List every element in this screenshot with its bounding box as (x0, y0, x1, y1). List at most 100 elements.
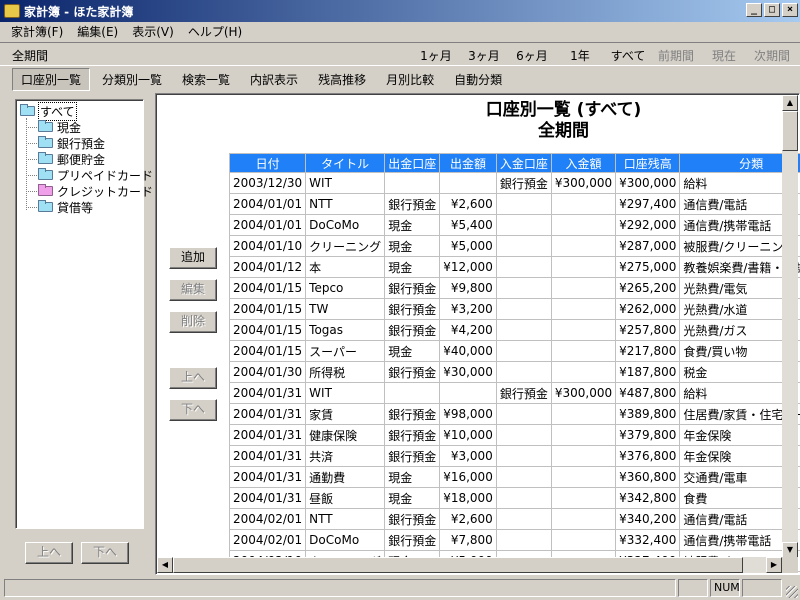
vertical-scrollbar[interactable]: ▲ ▼ (782, 95, 798, 558)
period-button[interactable]: 1ヶ月 (412, 47, 460, 64)
tree-connector (28, 175, 37, 176)
resize-grip-icon[interactable] (786, 586, 798, 598)
table-row[interactable]: 2004/01/30 所得税 銀行預金 ¥30,000 ¥187,800 税金 (228, 361, 800, 383)
column-header[interactable]: 入金口座 (495, 153, 552, 173)
scroll-thumb[interactable] (173, 557, 743, 573)
table-row[interactable]: 2004/01/01 DoCoMo 現金 ¥5,400 ¥292,000 通信費/携帯電話 (228, 214, 800, 236)
tree-item[interactable]: 現金 (18, 119, 143, 135)
table-cell: ¥342,800 (615, 487, 681, 509)
menu-edit[interactable]: 編集(E) (70, 23, 125, 40)
table-cell: ¥300,000 (615, 172, 681, 194)
period-button[interactable]: 前期間 (652, 47, 700, 64)
tree-item-all[interactable]: すべて (18, 101, 143, 121)
scroll-thumb[interactable] (782, 111, 798, 151)
scroll-right-arrow-icon[interactable]: ▶ (766, 557, 782, 573)
table-cell (495, 319, 552, 341)
table-row[interactable]: 2004/01/15 Tepco 銀行預金 ¥9,800 ¥265,200 光熱費/電気 (228, 277, 800, 299)
table-cell: DoCoMo (305, 214, 386, 236)
add-button[interactable]: 追加 (169, 247, 217, 269)
move-down-button[interactable]: 下へ (169, 399, 217, 421)
table-cell (495, 235, 552, 257)
table-cell: 2004/01/30 (228, 361, 307, 383)
tab-item[interactable]: 分類別一覧 (94, 69, 170, 90)
table-cell (495, 256, 552, 278)
tree-item[interactable]: 銀行預金 (18, 135, 143, 151)
tab-item[interactable]: 残高推移 (310, 69, 374, 90)
tab-item[interactable]: 検索一覧 (174, 69, 238, 90)
column-header[interactable]: 口座残高 (615, 153, 681, 173)
account-tree[interactable]: すべて 現金 銀行預金 郵便貯金 プリペイドカード クレジットカード 貸借等 (15, 99, 153, 529)
table-row[interactable]: 2004/01/31 家賃 銀行預金 ¥98,000 ¥389,800 住居費/家賃・住宅… (228, 403, 800, 425)
title-line-2: 全期間 (538, 121, 589, 141)
period-button[interactable]: すべて (604, 47, 652, 64)
tab-item[interactable]: 月別比較 (378, 69, 442, 90)
table-cell: NTT (305, 508, 386, 530)
table-cell (550, 256, 617, 278)
maximize-button[interactable]: □ (764, 3, 780, 17)
status-message (4, 579, 676, 597)
table-cell: 銀行預金 (384, 277, 441, 299)
table-cell (550, 487, 617, 509)
close-button[interactable]: × (782, 3, 798, 17)
column-header[interactable]: 出金口座 (384, 153, 441, 173)
table-cell (495, 403, 552, 425)
table-row[interactable]: 2004/01/15 TW 銀行預金 ¥3,200 ¥262,000 光熱費/水道 (228, 298, 800, 320)
app-icon (4, 4, 20, 18)
tree-up-button[interactable]: 上へ (25, 542, 73, 564)
folder-icon (38, 136, 53, 148)
minimize-button[interactable]: _ (746, 3, 762, 17)
period-button[interactable]: 6ヶ月 (508, 47, 556, 64)
move-up-button[interactable]: 上へ (169, 367, 217, 389)
table-cell: 本 (305, 256, 386, 278)
tab-item[interactable]: 内訳表示 (242, 69, 306, 90)
table-row[interactable]: 2004/01/31 WIT 銀行預金 ¥300,000 ¥487,800 給料 (228, 382, 800, 404)
tree-down-button[interactable]: 下へ (81, 542, 129, 564)
table-row[interactable]: 2004/01/31 通勤費 現金 ¥16,000 ¥360,800 交通費/電車 (228, 466, 800, 488)
table-cell: ¥16,000 (439, 466, 497, 488)
table-row[interactable]: 2004/01/01 NTT 銀行預金 ¥2,600 ¥297,400 通信費/電話 (228, 193, 800, 215)
column-header[interactable]: 日付 (228, 153, 307, 173)
table-row[interactable]: 2004/02/01 NTT 銀行預金 ¥2,600 ¥340,200 通信費/電話 (228, 508, 800, 530)
table-row[interactable]: 2004/01/31 健康保険 銀行預金 ¥10,000 ¥379,800 年金保険 (228, 424, 800, 446)
table-cell: ¥262,000 (615, 298, 681, 320)
table-cell: 現金 (384, 256, 441, 278)
menu-help[interactable]: ヘルプ(H) (181, 23, 249, 40)
table-cell: 健康保険 (305, 424, 386, 446)
table-row[interactable]: 2004/01/15 Togas 銀行預金 ¥4,200 ¥257,800 光熱費/ガス (228, 319, 800, 341)
tree-item[interactable]: 郵便貯金 (18, 151, 143, 167)
tab-item[interactable]: 口座別一覧 (12, 67, 91, 91)
horizontal-scrollbar[interactable]: ◀ ▶ (157, 557, 782, 573)
menu-view[interactable]: 表示(V) (125, 23, 181, 40)
column-header[interactable]: 出金額 (439, 153, 497, 173)
table-row[interactable]: 2004/01/10 クリーニング 現金 ¥5,000 ¥287,000 被服費/クリーニ… (228, 235, 800, 257)
scroll-left-arrow-icon[interactable]: ◀ (157, 557, 173, 573)
delete-button[interactable]: 削除 (169, 311, 217, 333)
column-header[interactable]: タイトル (305, 153, 386, 173)
tab-item[interactable]: 自動分類 (446, 69, 510, 90)
period-button[interactable]: 1年 (556, 47, 604, 64)
table-row[interactable]: 2004/01/31 昼飯 現金 ¥18,000 ¥342,800 食費 (228, 487, 800, 509)
table-row[interactable]: 2004/01/15 スーパー 現金 ¥40,000 ¥217,800 食費/買い物 (228, 340, 800, 362)
scroll-up-arrow-icon[interactable]: ▲ (782, 95, 798, 111)
menu-file[interactable]: 家計簿(F) (4, 23, 70, 40)
tree-item[interactable]: 貸借等 (18, 199, 143, 215)
period-button[interactable]: 現在 (700, 47, 748, 64)
table-cell (495, 487, 552, 509)
table-row[interactable]: 2004/01/12 本現金 ¥12,000 ¥275,000 教養娯楽費/書籍・雑誌 (228, 256, 800, 278)
column-header[interactable]: 入金額 (550, 153, 617, 173)
tree-item[interactable]: プリペイドカード (18, 167, 153, 183)
edit-button[interactable]: 編集 (169, 279, 217, 301)
table-cell (495, 340, 552, 362)
period-button[interactable]: 次期間 (748, 47, 796, 64)
scroll-down-arrow-icon[interactable]: ▼ (782, 542, 798, 558)
tree-item[interactable]: クレジットカード (18, 183, 153, 199)
table-cell (550, 466, 617, 488)
folder-icon (38, 200, 53, 212)
table-row[interactable]: 2004/01/31 共済 銀行預金 ¥3,000 ¥376,800 年金保険 (228, 445, 800, 467)
table-cell: ¥98,000 (439, 403, 497, 425)
table-cell: 2004/01/15 (228, 277, 307, 299)
status-scroll (742, 579, 782, 597)
table-row[interactable]: 2004/02/01 DoCoMo 銀行預金 ¥7,800 ¥332,400 通信費/携帯… (228, 529, 800, 551)
period-button[interactable]: 3ヶ月 (460, 47, 508, 64)
table-row[interactable]: 2003/12/30 WIT 銀行預金 ¥300,000 ¥300,000 給料 (228, 172, 800, 194)
